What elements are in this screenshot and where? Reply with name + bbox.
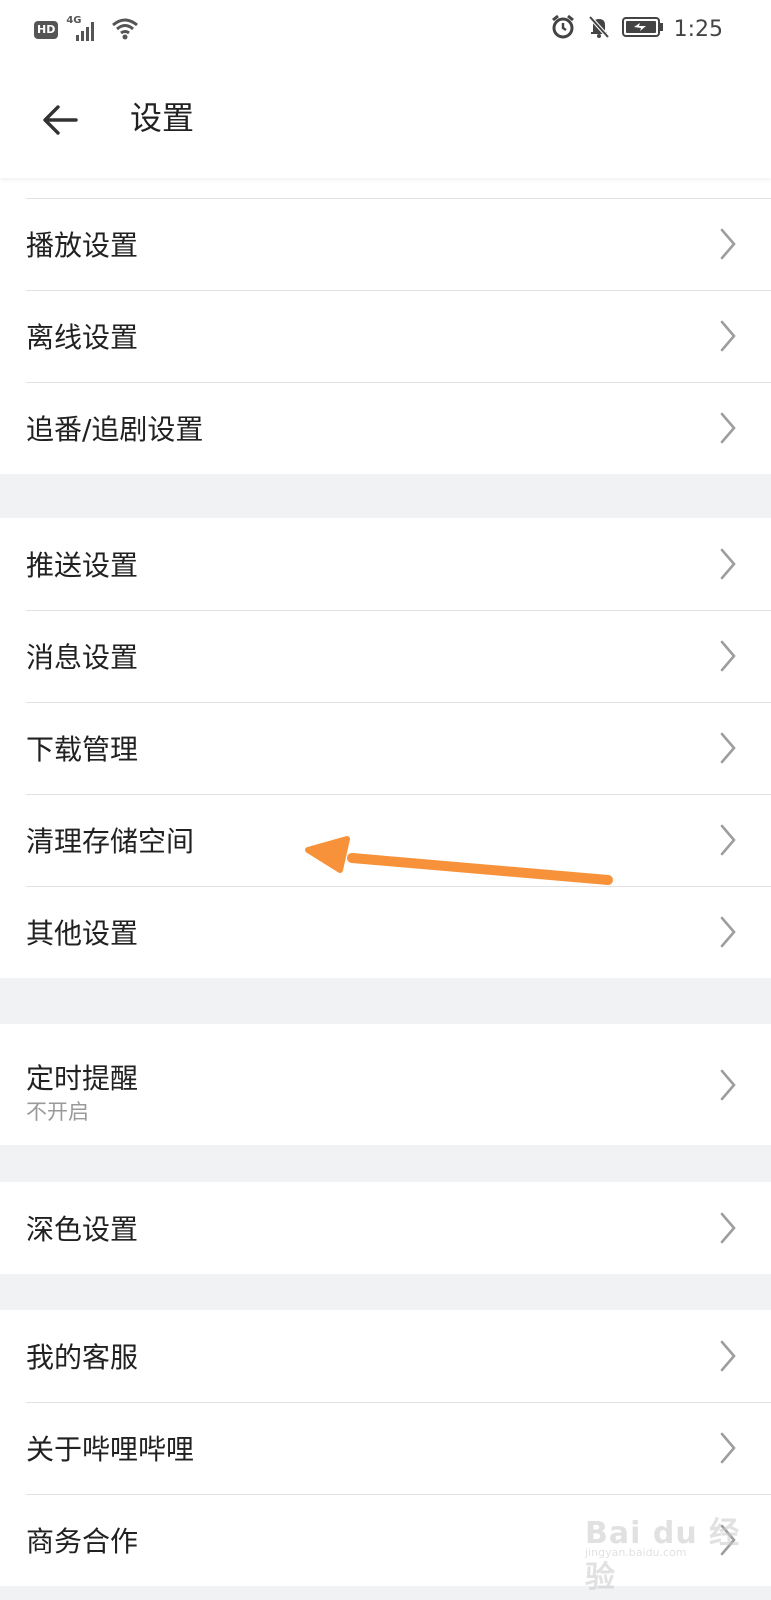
chevron-right-icon xyxy=(720,640,736,672)
divider xyxy=(26,198,771,199)
settings-item-dark-mode[interactable]: 深色设置 xyxy=(0,1182,771,1274)
divider xyxy=(26,1494,771,1495)
chevron-right-icon xyxy=(720,228,736,260)
alarm-icon xyxy=(550,14,576,44)
settings-item-value: 不开启 xyxy=(26,1100,89,1124)
settings-item-label: 深色设置 xyxy=(26,1213,139,1246)
chevron-right-icon xyxy=(720,320,736,352)
settings-item-label: 其他设置 xyxy=(26,917,139,950)
settings-item-messages[interactable]: 消息设置 xyxy=(0,610,771,702)
settings-group-timer: 定时提醒 不开启 xyxy=(0,1024,771,1145)
settings-item-push[interactable]: 推送设置 xyxy=(0,518,771,610)
chevron-right-icon xyxy=(720,1432,736,1464)
settings-item-label: 消息设置 xyxy=(26,641,139,674)
divider xyxy=(26,794,771,795)
settings-item-label: 定时提醒 xyxy=(26,1062,139,1095)
settings-group-dark-mode: 深色设置 xyxy=(0,1182,771,1274)
app-bar: 设置 xyxy=(0,60,771,178)
chevron-right-icon xyxy=(720,1340,736,1372)
settings-group-general: 推送设置 消息设置 下载管理 清理存储空间 其他设置 xyxy=(0,518,771,978)
chevron-right-icon xyxy=(720,1069,736,1100)
settings-item-label: 商务合作 xyxy=(26,1525,139,1558)
status-right: 1:25 xyxy=(550,14,723,44)
settings-item-downloads[interactable]: 下载管理 xyxy=(0,702,771,794)
settings-item-other[interactable]: 其他设置 xyxy=(0,886,771,978)
chevron-right-icon xyxy=(720,412,736,444)
chevron-right-icon xyxy=(720,1212,736,1244)
settings-item-label: 离线设置 xyxy=(26,321,139,354)
settings-item-customer-service[interactable]: 我的客服 xyxy=(0,1310,771,1402)
wifi-icon xyxy=(110,15,140,45)
settings-item-label: 下载管理 xyxy=(26,733,139,766)
settings-item-label: 清理存储空间 xyxy=(26,825,195,858)
arrow-left-icon xyxy=(43,105,78,135)
settings-item-label: 关于哔哩哔哩 xyxy=(26,1433,195,1466)
divider xyxy=(26,610,771,611)
status-left: HD 4G xyxy=(34,15,140,45)
back-button[interactable] xyxy=(38,98,82,142)
hd-icon: HD xyxy=(34,21,59,39)
status-time: 1:25 xyxy=(673,16,723,42)
settings-item-playback[interactable]: 播放设置 xyxy=(0,198,771,290)
divider xyxy=(26,886,771,887)
divider xyxy=(26,1402,771,1403)
divider xyxy=(26,702,771,703)
divider xyxy=(26,290,771,291)
signal-icon: 4G xyxy=(66,15,102,43)
page-title: 设置 xyxy=(130,99,195,137)
chevron-right-icon xyxy=(720,548,736,580)
status-bar: HD 4G 1:25 xyxy=(0,0,771,60)
chevron-right-icon xyxy=(720,824,736,856)
chevron-right-icon xyxy=(720,916,736,948)
chevron-right-icon xyxy=(720,732,736,764)
settings-item-offline[interactable]: 离线设置 xyxy=(0,290,771,382)
settings-item-label: 推送设置 xyxy=(26,549,139,582)
battery-charging-icon xyxy=(621,15,664,43)
settings-item-clear-storage[interactable]: 清理存储空间 xyxy=(0,794,771,886)
settings-item-label: 播放设置 xyxy=(26,229,139,262)
settings-item-timer-reminder[interactable]: 定时提醒 不开启 xyxy=(0,1024,771,1145)
mute-icon xyxy=(586,14,612,44)
settings-item-label: 我的客服 xyxy=(26,1341,139,1374)
baidu-watermark: Bai du 经验 jingyan.baidu.com xyxy=(585,1502,755,1595)
settings-item-about[interactable]: 关于哔哩哔哩 xyxy=(0,1402,771,1494)
settings-item-follow-series[interactable]: 追番/追剧设置 xyxy=(0,382,771,474)
settings-item-label: 追番/追剧设置 xyxy=(26,413,204,446)
settings-group-playback: 播放设置 离线设置 追番/追剧设置 xyxy=(0,178,771,474)
divider xyxy=(26,382,771,383)
watermark-url: jingyan.baidu.com xyxy=(585,1546,687,1559)
